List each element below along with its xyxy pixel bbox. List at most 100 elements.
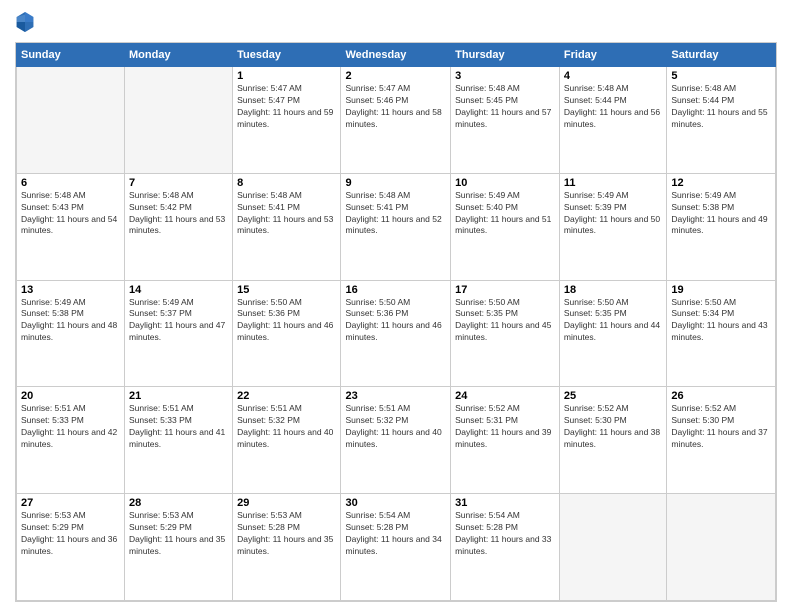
day-info: Sunrise: 5:48 AM Sunset: 5:41 PM Dayligh… [237, 190, 336, 238]
day-info: Sunrise: 5:54 AM Sunset: 5:28 PM Dayligh… [455, 510, 555, 558]
calendar-cell [125, 67, 233, 174]
day-info: Sunrise: 5:53 AM Sunset: 5:29 PM Dayligh… [21, 510, 120, 558]
calendar-cell: 22Sunrise: 5:51 AM Sunset: 5:32 PM Dayli… [233, 387, 341, 494]
day-info: Sunrise: 5:48 AM Sunset: 5:42 PM Dayligh… [129, 190, 228, 238]
day-number: 27 [21, 497, 120, 509]
calendar-cell: 11Sunrise: 5:49 AM Sunset: 5:39 PM Dayli… [559, 173, 666, 280]
calendar-header-thursday: Thursday [451, 44, 560, 67]
day-number: 10 [455, 177, 555, 189]
day-number: 16 [345, 284, 446, 296]
day-number: 19 [671, 284, 771, 296]
day-info: Sunrise: 5:53 AM Sunset: 5:28 PM Dayligh… [237, 510, 336, 558]
logo-icon [15, 10, 35, 34]
calendar-week-4: 20Sunrise: 5:51 AM Sunset: 5:33 PM Dayli… [17, 387, 776, 494]
day-info: Sunrise: 5:48 AM Sunset: 5:44 PM Dayligh… [671, 83, 771, 131]
day-number: 18 [564, 284, 662, 296]
calendar-header-monday: Monday [125, 44, 233, 67]
calendar-week-3: 13Sunrise: 5:49 AM Sunset: 5:38 PM Dayli… [17, 280, 776, 387]
day-info: Sunrise: 5:50 AM Sunset: 5:35 PM Dayligh… [564, 297, 662, 345]
day-info: Sunrise: 5:52 AM Sunset: 5:30 PM Dayligh… [564, 403, 662, 451]
calendar-cell: 2Sunrise: 5:47 AM Sunset: 5:46 PM Daylig… [341, 67, 451, 174]
calendar-week-2: 6Sunrise: 5:48 AM Sunset: 5:43 PM Daylig… [17, 173, 776, 280]
calendar-cell: 25Sunrise: 5:52 AM Sunset: 5:30 PM Dayli… [559, 387, 666, 494]
day-info: Sunrise: 5:50 AM Sunset: 5:36 PM Dayligh… [237, 297, 336, 345]
calendar-cell [559, 494, 666, 601]
calendar-header-sunday: Sunday [17, 44, 125, 67]
calendar-cell: 28Sunrise: 5:53 AM Sunset: 5:29 PM Dayli… [125, 494, 233, 601]
day-info: Sunrise: 5:50 AM Sunset: 5:34 PM Dayligh… [671, 297, 771, 345]
calendar-cell: 12Sunrise: 5:49 AM Sunset: 5:38 PM Dayli… [667, 173, 776, 280]
day-info: Sunrise: 5:52 AM Sunset: 5:30 PM Dayligh… [671, 403, 771, 451]
day-number: 2 [345, 70, 446, 82]
calendar-cell: 3Sunrise: 5:48 AM Sunset: 5:45 PM Daylig… [451, 67, 560, 174]
day-number: 4 [564, 70, 662, 82]
day-info: Sunrise: 5:51 AM Sunset: 5:33 PM Dayligh… [21, 403, 120, 451]
day-number: 31 [455, 497, 555, 509]
day-number: 30 [345, 497, 446, 509]
calendar-cell: 30Sunrise: 5:54 AM Sunset: 5:28 PM Dayli… [341, 494, 451, 601]
calendar-week-5: 27Sunrise: 5:53 AM Sunset: 5:29 PM Dayli… [17, 494, 776, 601]
day-number: 14 [129, 284, 228, 296]
calendar-cell: 29Sunrise: 5:53 AM Sunset: 5:28 PM Dayli… [233, 494, 341, 601]
day-info: Sunrise: 5:49 AM Sunset: 5:38 PM Dayligh… [21, 297, 120, 345]
calendar-header-wednesday: Wednesday [341, 44, 451, 67]
calendar-cell: 18Sunrise: 5:50 AM Sunset: 5:35 PM Dayli… [559, 280, 666, 387]
calendar-header-saturday: Saturday [667, 44, 776, 67]
calendar-cell: 9Sunrise: 5:48 AM Sunset: 5:41 PM Daylig… [341, 173, 451, 280]
day-number: 5 [671, 70, 771, 82]
day-number: 7 [129, 177, 228, 189]
day-number: 9 [345, 177, 446, 189]
day-number: 13 [21, 284, 120, 296]
day-info: Sunrise: 5:50 AM Sunset: 5:36 PM Dayligh… [345, 297, 446, 345]
calendar-cell: 1Sunrise: 5:47 AM Sunset: 5:47 PM Daylig… [233, 67, 341, 174]
calendar-cell: 4Sunrise: 5:48 AM Sunset: 5:44 PM Daylig… [559, 67, 666, 174]
day-info: Sunrise: 5:48 AM Sunset: 5:41 PM Dayligh… [345, 190, 446, 238]
calendar-cell: 23Sunrise: 5:51 AM Sunset: 5:32 PM Dayli… [341, 387, 451, 494]
calendar-cell: 17Sunrise: 5:50 AM Sunset: 5:35 PM Dayli… [451, 280, 560, 387]
day-info: Sunrise: 5:51 AM Sunset: 5:32 PM Dayligh… [345, 403, 446, 451]
day-info: Sunrise: 5:49 AM Sunset: 5:40 PM Dayligh… [455, 190, 555, 238]
calendar-cell: 27Sunrise: 5:53 AM Sunset: 5:29 PM Dayli… [17, 494, 125, 601]
day-info: Sunrise: 5:49 AM Sunset: 5:37 PM Dayligh… [129, 297, 228, 345]
day-info: Sunrise: 5:49 AM Sunset: 5:39 PM Dayligh… [564, 190, 662, 238]
calendar-cell: 14Sunrise: 5:49 AM Sunset: 5:37 PM Dayli… [125, 280, 233, 387]
day-number: 24 [455, 390, 555, 402]
day-info: Sunrise: 5:51 AM Sunset: 5:33 PM Dayligh… [129, 403, 228, 451]
day-number: 12 [671, 177, 771, 189]
day-number: 21 [129, 390, 228, 402]
calendar-cell: 6Sunrise: 5:48 AM Sunset: 5:43 PM Daylig… [17, 173, 125, 280]
header [15, 10, 777, 34]
day-number: 25 [564, 390, 662, 402]
day-info: Sunrise: 5:53 AM Sunset: 5:29 PM Dayligh… [129, 510, 228, 558]
calendar-cell: 7Sunrise: 5:48 AM Sunset: 5:42 PM Daylig… [125, 173, 233, 280]
calendar-cell: 13Sunrise: 5:49 AM Sunset: 5:38 PM Dayli… [17, 280, 125, 387]
calendar-header-tuesday: Tuesday [233, 44, 341, 67]
day-info: Sunrise: 5:48 AM Sunset: 5:44 PM Dayligh… [564, 83, 662, 131]
day-number: 29 [237, 497, 336, 509]
calendar-cell: 16Sunrise: 5:50 AM Sunset: 5:36 PM Dayli… [341, 280, 451, 387]
logo [15, 10, 37, 34]
calendar-header-friday: Friday [559, 44, 666, 67]
calendar-cell [667, 494, 776, 601]
calendar-cell: 21Sunrise: 5:51 AM Sunset: 5:33 PM Dayli… [125, 387, 233, 494]
day-number: 1 [237, 70, 336, 82]
day-number: 15 [237, 284, 336, 296]
day-number: 22 [237, 390, 336, 402]
day-info: Sunrise: 5:47 AM Sunset: 5:46 PM Dayligh… [345, 83, 446, 131]
calendar-cell: 20Sunrise: 5:51 AM Sunset: 5:33 PM Dayli… [17, 387, 125, 494]
day-number: 17 [455, 284, 555, 296]
calendar-cell: 31Sunrise: 5:54 AM Sunset: 5:28 PM Dayli… [451, 494, 560, 601]
page: SundayMondayTuesdayWednesdayThursdayFrid… [0, 0, 792, 612]
day-number: 8 [237, 177, 336, 189]
calendar-table: SundayMondayTuesdayWednesdayThursdayFrid… [16, 43, 776, 601]
day-info: Sunrise: 5:48 AM Sunset: 5:45 PM Dayligh… [455, 83, 555, 131]
calendar: SundayMondayTuesdayWednesdayThursdayFrid… [15, 42, 777, 602]
calendar-cell: 26Sunrise: 5:52 AM Sunset: 5:30 PM Dayli… [667, 387, 776, 494]
day-info: Sunrise: 5:51 AM Sunset: 5:32 PM Dayligh… [237, 403, 336, 451]
calendar-cell: 5Sunrise: 5:48 AM Sunset: 5:44 PM Daylig… [667, 67, 776, 174]
day-number: 11 [564, 177, 662, 189]
calendar-cell: 19Sunrise: 5:50 AM Sunset: 5:34 PM Dayli… [667, 280, 776, 387]
calendar-header-row: SundayMondayTuesdayWednesdayThursdayFrid… [17, 44, 776, 67]
day-number: 26 [671, 390, 771, 402]
day-info: Sunrise: 5:49 AM Sunset: 5:38 PM Dayligh… [671, 190, 771, 238]
